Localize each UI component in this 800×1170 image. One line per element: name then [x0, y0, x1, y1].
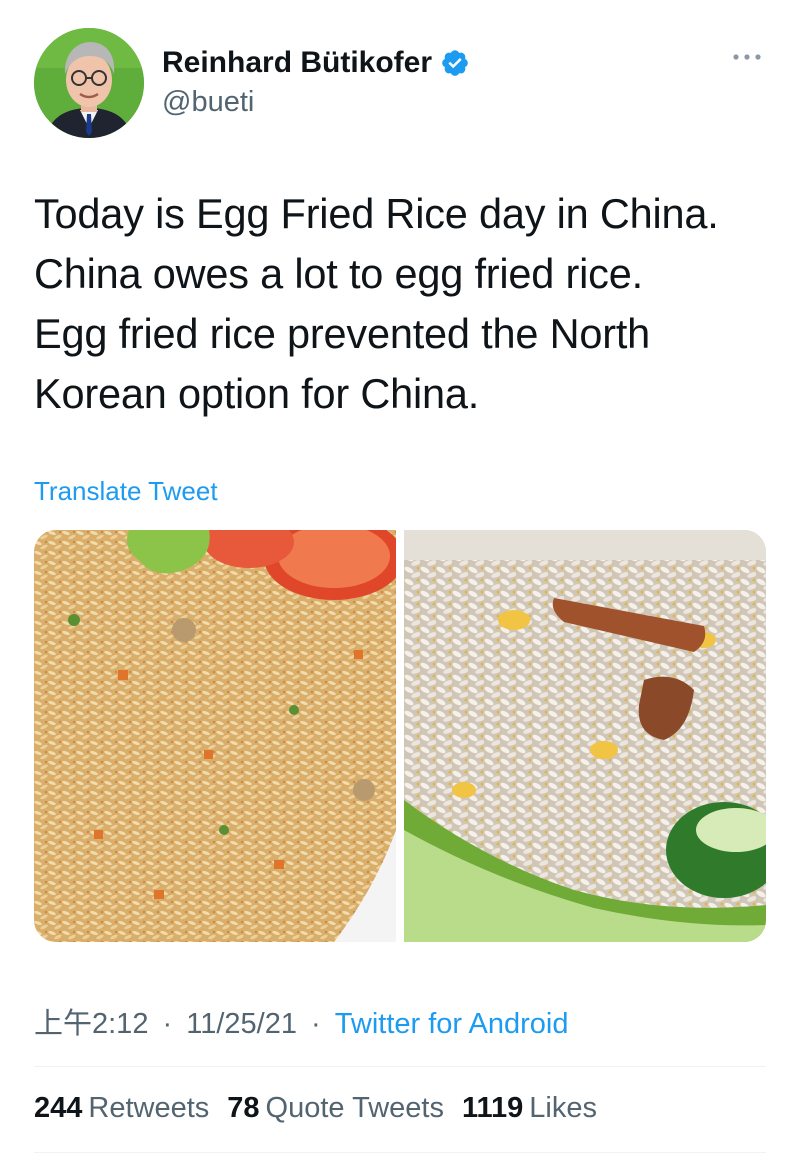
fried-rice-tomato-image [34, 530, 396, 942]
tweet-meta: 上午2:12 · 11/25/21 · Twitter for Android [34, 1000, 569, 1042]
tweet-stats: 244 Retweets 78 Quote Tweets 1119 Likes [34, 1092, 597, 1125]
retweets-label: Retweets [88, 1092, 210, 1124]
tweet-date[interactable]: 11/25/21 [186, 1008, 297, 1040]
quote-tweets-stat[interactable]: 78 Quote Tweets [227, 1092, 444, 1125]
meta-separator: · [311, 1008, 321, 1040]
avatar[interactable] [34, 28, 144, 138]
tweet-source-link[interactable]: Twitter for Android [335, 1008, 569, 1040]
display-name-row: Reinhard Bütikofer [162, 44, 470, 82]
tweet-time[interactable]: 上午2:12 [34, 1008, 148, 1040]
tweet-text-line: Egg fried rice prevented the North [34, 310, 651, 357]
media-grid [34, 530, 766, 942]
retweets-count: 244 [34, 1092, 83, 1124]
handle[interactable]: @bueti [162, 86, 470, 119]
tweet-text-line: China owes a lot to egg fried rice. [34, 250, 643, 297]
retweets-stat[interactable]: 244 Retweets [34, 1092, 209, 1125]
more-options-icon[interactable] [730, 50, 764, 64]
author-names: Reinhard Bütikofer @bueti [162, 44, 470, 119]
tweet-header: Reinhard Bütikofer @bueti [34, 28, 764, 140]
tweet-text-line: Korean option for China. [34, 370, 480, 417]
verified-badge-icon [440, 48, 470, 78]
display-name[interactable]: Reinhard Bütikofer [162, 46, 432, 80]
quote-tweets-count: 78 [227, 1092, 260, 1124]
meta-separator: · [162, 1008, 173, 1040]
likes-count: 1119 [461, 1092, 524, 1124]
likes-stat[interactable]: 1119 Likes [462, 1092, 597, 1125]
egg-fried-rice-image [404, 530, 766, 942]
translate-tweet-link[interactable]: Translate Tweet [34, 476, 218, 507]
divider [34, 1152, 766, 1153]
tweet-text-line: Today is Egg Fried Rice day in China. [34, 190, 719, 237]
divider [34, 1066, 766, 1067]
quote-tweets-label: Quote Tweets [265, 1092, 444, 1124]
likes-label: Likes [529, 1092, 597, 1124]
media-photo-fried-rice-tomato[interactable] [34, 530, 396, 942]
media-photo-egg-fried-rice[interactable] [404, 530, 766, 942]
avatar-image [34, 28, 144, 138]
tweet-text: Today is Egg Fried Rice day in China. Ch… [34, 184, 774, 424]
